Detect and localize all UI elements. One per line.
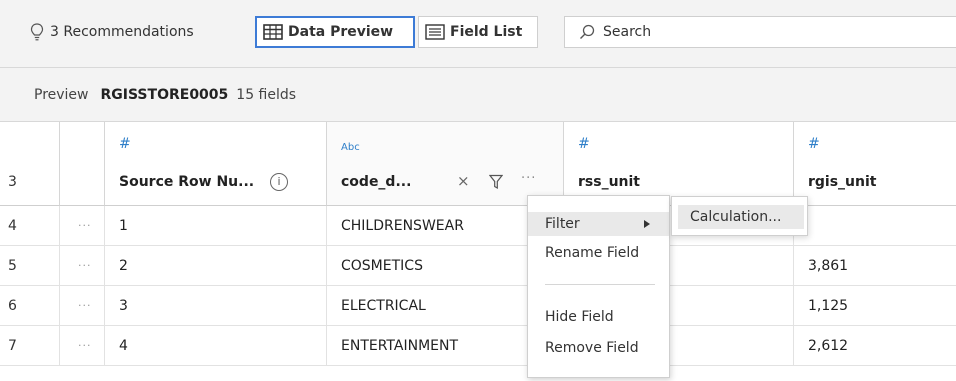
filter-submenu: Calculation... xyxy=(671,196,808,236)
data-preview-label: Data Preview xyxy=(288,24,394,40)
menu-item-hide-field[interactable]: Hide Field xyxy=(528,305,669,329)
chevron-right-icon xyxy=(644,220,650,228)
table-row: 5 ··· 2 COSMETICS 3,861 xyxy=(0,246,956,286)
menu-divider xyxy=(545,284,655,285)
string-type-icon: Abc xyxy=(341,142,360,153)
row-menu-icon[interactable]: ··· xyxy=(60,326,105,366)
column-name: code_d... xyxy=(341,174,412,190)
row-menu-header xyxy=(60,122,105,206)
recommendations-label: 3 Recommendations xyxy=(50,24,194,40)
column-name: rgis_unit xyxy=(808,174,877,190)
column-header-rgis-unit[interactable]: # rgis_unit xyxy=(794,122,956,206)
grid-icon xyxy=(263,24,283,40)
row-menu-icon[interactable]: ··· xyxy=(60,286,105,326)
column-context-menu: Filter Rename Field Hide Field Remove Fi… xyxy=(527,195,670,378)
search-placeholder: Search xyxy=(603,24,652,40)
cell-rgis-unit xyxy=(794,206,956,246)
row-number: 4 xyxy=(0,206,60,246)
row-number: 6 xyxy=(0,286,60,326)
menu-item-label: Remove Field xyxy=(545,340,639,356)
row-menu-icon[interactable]: ··· xyxy=(60,206,105,246)
data-preview-button[interactable]: Data Preview xyxy=(255,16,415,48)
number-type-icon: # xyxy=(119,136,131,152)
preview-label: Preview xyxy=(34,86,89,103)
preview-bar: Preview RGISSTORE0005 15 fields xyxy=(0,68,956,122)
filter-icon[interactable] xyxy=(489,174,503,190)
row-number-header: 3 xyxy=(0,122,60,206)
cell-source-row: 4 xyxy=(105,326,327,366)
menu-item-rename-field[interactable]: Rename Field xyxy=(528,241,669,265)
info-icon[interactable]: i xyxy=(270,173,288,191)
cell-source-row: 3 xyxy=(105,286,327,326)
column-name: rss_unit xyxy=(578,174,640,190)
search-icon xyxy=(580,24,595,39)
column-header-source-row[interactable]: # Source Row Nu... i xyxy=(105,122,327,206)
field-list-button[interactable]: Field List xyxy=(418,16,538,48)
column-name: Source Row Nu... xyxy=(119,174,255,190)
search-input[interactable]: Search xyxy=(564,16,956,48)
table-name: RGISSTORE0005 xyxy=(100,86,229,103)
menu-item-remove-field[interactable]: Remove Field xyxy=(528,336,669,360)
cell-rgis-unit: 3,861 xyxy=(808,258,849,274)
table-row: 6 ··· 3 ELECTRICAL 1,125 xyxy=(0,286,956,326)
menu-item-label: Hide Field xyxy=(545,309,614,325)
menu-item-filter[interactable]: Filter xyxy=(528,212,669,236)
list-icon xyxy=(425,24,445,40)
row-number: 7 xyxy=(0,326,60,366)
cell-source-row: 2 xyxy=(105,246,327,286)
number-type-icon: # xyxy=(578,136,590,152)
table-row: 4 ··· 1 CHILDRENSWEAR xyxy=(0,206,956,246)
cell-rgis-unit: 1,125 xyxy=(808,298,849,314)
toolbar: 3 Recommendations Data Preview Field Lis… xyxy=(0,0,956,68)
close-icon[interactable]: × xyxy=(457,172,470,190)
table-row: 7 ··· 4 ENTERTAINMENT 2,612 xyxy=(0,326,956,366)
menu-item-label: Calculation... xyxy=(690,209,782,225)
row-menu-icon[interactable]: ··· xyxy=(60,246,105,286)
row-number-header-label: 3 xyxy=(8,174,17,190)
column-header-code-d[interactable]: Abc code_d... × ··· xyxy=(327,122,564,206)
recommendations-button[interactable]: 3 Recommendations xyxy=(30,16,194,48)
menu-item-label: Filter xyxy=(545,216,580,232)
column-header-rss-unit[interactable]: # rss_unit xyxy=(564,122,794,206)
lightbulb-icon xyxy=(30,23,44,41)
field-count: 15 fields xyxy=(236,86,297,103)
field-list-label: Field List xyxy=(450,24,523,40)
cell-rgis-unit: 2,612 xyxy=(808,338,849,354)
menu-item-calculation[interactable]: Calculation... xyxy=(678,205,804,229)
data-grid: 3 # Source Row Nu... i Abc code_d... × ·… xyxy=(0,122,956,381)
row-number: 5 xyxy=(0,246,60,286)
cell-source-row: 1 xyxy=(105,206,327,246)
number-type-icon: # xyxy=(808,136,820,152)
more-options-icon[interactable]: ··· xyxy=(521,171,536,186)
menu-item-label: Rename Field xyxy=(545,245,640,261)
